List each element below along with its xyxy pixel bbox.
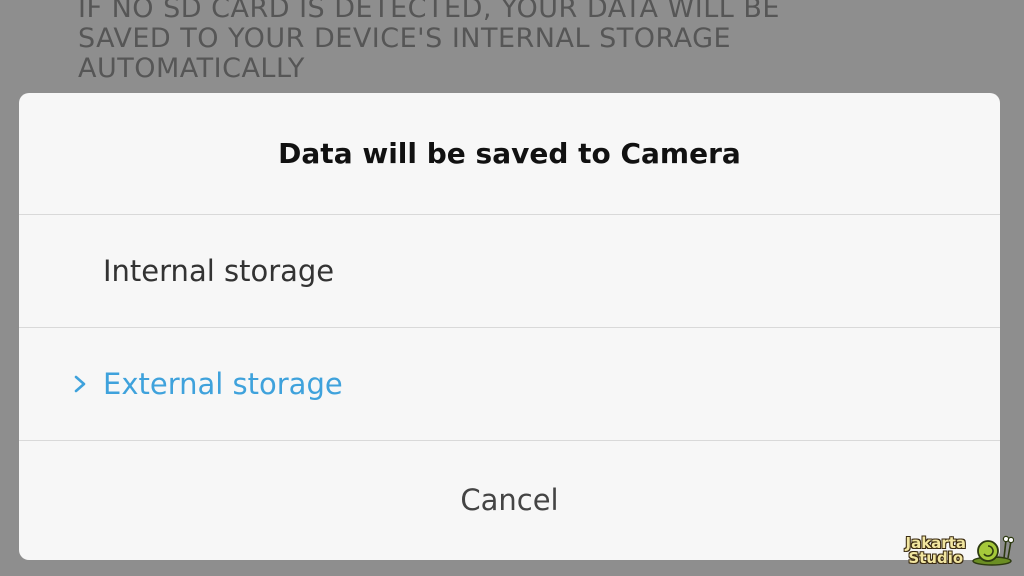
- snail-logo-icon: [970, 532, 1015, 570]
- notice-line-2: SAVED TO YOUR DEVICE'S INTERNAL STORAGE: [78, 23, 732, 54]
- notice-line-3: AUTOMATICALLY: [78, 53, 305, 84]
- notice-line-1: IF NO SD CARD IS DETECTED, YOUR DATA WIL…: [78, 0, 780, 24]
- chevron-right-icon: [71, 373, 89, 395]
- background-notice: IF NO SD CARD IS DETECTED, YOUR DATA WIL…: [78, 0, 978, 84]
- watermark-line-2: Studio: [908, 549, 964, 567]
- watermark: Jakarta Studio: [906, 532, 1015, 570]
- option-internal-storage-label: Internal storage: [103, 254, 335, 288]
- dialog-title: Data will be saved to Camera: [19, 93, 1000, 215]
- watermark-text: Jakarta Studio: [906, 536, 967, 566]
- storage-dialog: Data will be saved to Camera Internal st…: [19, 93, 1000, 560]
- screen: IF NO SD CARD IS DETECTED, YOUR DATA WIL…: [0, 0, 1024, 576]
- cancel-button[interactable]: Cancel: [19, 441, 1000, 559]
- option-internal-storage[interactable]: Internal storage: [19, 215, 1000, 328]
- option-external-storage-label: External storage: [103, 367, 343, 401]
- option-external-storage[interactable]: External storage: [19, 328, 1000, 441]
